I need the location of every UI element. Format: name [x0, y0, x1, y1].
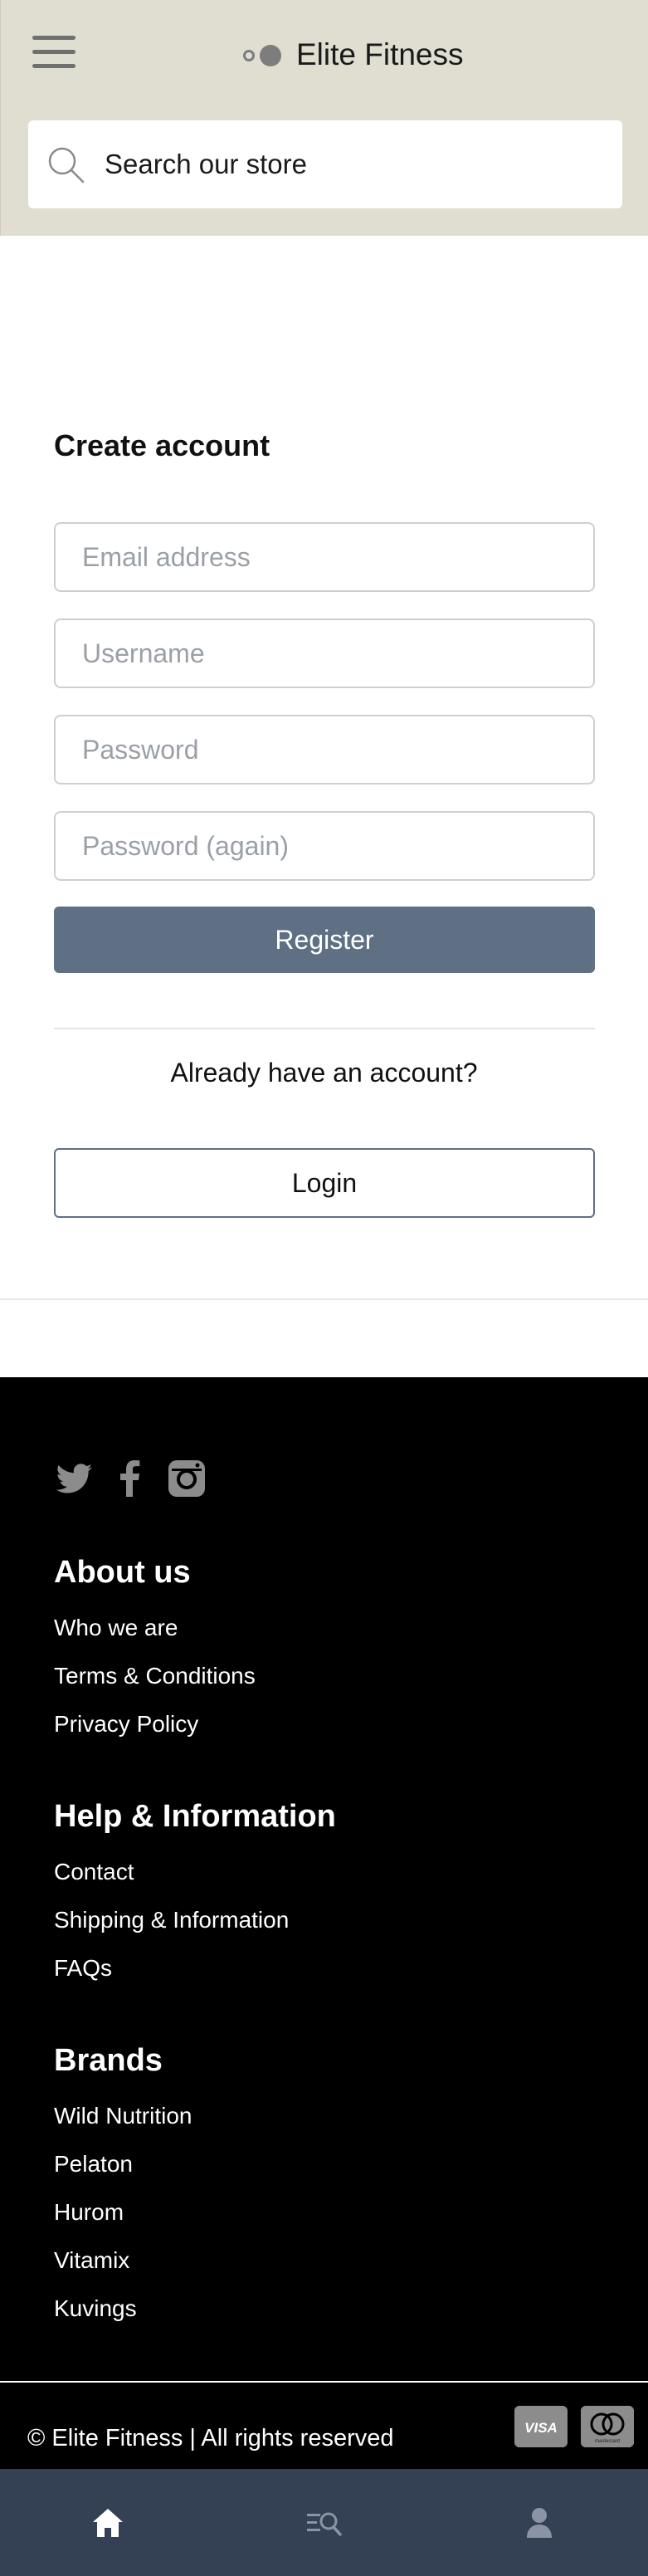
svg-text:VISA: VISA	[524, 2420, 558, 2436]
email-field[interactable]	[54, 522, 595, 592]
site-header: Elite Fitness	[0, 0, 648, 236]
footer-section-title: Help & Information	[54, 1799, 336, 1834]
search-icon	[48, 147, 85, 183]
divider	[54, 1028, 595, 1029]
footer-link[interactable]: Contact	[54, 1859, 134, 1885]
copyright-text: © Elite Fitness | All rights reserved	[27, 2425, 394, 2451]
twitter-icon[interactable]	[54, 1459, 94, 1498]
footer-link[interactable]: Kuvings	[54, 2295, 137, 2322]
facebook-icon[interactable]	[110, 1459, 150, 1498]
bottom-nav	[0, 2469, 648, 2576]
password-again-field[interactable]	[54, 811, 595, 881]
brand[interactable]: Elite Fitness	[241, 32, 464, 78]
footer-link[interactable]: Pelaton	[54, 2151, 133, 2178]
search-input[interactable]	[105, 144, 602, 185]
footer-divider	[0, 2381, 648, 2383]
footer-link[interactable]: Wild Nutrition	[54, 2103, 192, 2129]
page-title: Create account	[54, 428, 270, 462]
hamburger-menu-icon[interactable]	[32, 33, 76, 71]
account-icon[interactable]	[514, 2502, 564, 2544]
username-field[interactable]	[54, 618, 595, 688]
register-button[interactable]: Register	[54, 907, 595, 973]
visa-icon: VISA	[514, 2406, 568, 2447]
footer-link[interactable]: Privacy Policy	[54, 1711, 198, 1738]
login-button[interactable]: Login	[54, 1148, 595, 1218]
mastercard-icon: mastercard	[581, 2406, 634, 2447]
footer-link[interactable]: Hurom	[54, 2199, 124, 2226]
brand-name: Elite Fitness	[296, 37, 464, 71]
social-links	[54, 1459, 223, 1498]
footer-link[interactable]: Who we are	[54, 1615, 178, 1641]
browse-search-icon[interactable]	[299, 2502, 348, 2544]
home-icon[interactable]	[83, 2502, 133, 2544]
svg-text:mastercard: mastercard	[595, 2439, 620, 2444]
footer-section-title: About us	[54, 1555, 191, 1590]
search-bar[interactable]	[28, 120, 622, 208]
password-field[interactable]	[54, 715, 595, 785]
footer-link[interactable]: Vitamix	[54, 2247, 129, 2274]
footer-link[interactable]: Shipping & Information	[54, 1907, 289, 1933]
footer-link[interactable]: FAQs	[54, 1955, 112, 1982]
two-circles-logo-icon	[241, 42, 285, 67]
create-account-section: Create account Register Already have an …	[0, 236, 648, 1300]
site-footer: About us Who we are Terms & Conditions P…	[0, 1377, 648, 2469]
footer-link[interactable]: Terms & Conditions	[54, 1663, 256, 1689]
footer-section-title: Brands	[54, 2043, 163, 2078]
instagram-icon[interactable]	[167, 1459, 207, 1498]
already-have-account-text: Already have an account?	[170, 1058, 478, 1088]
